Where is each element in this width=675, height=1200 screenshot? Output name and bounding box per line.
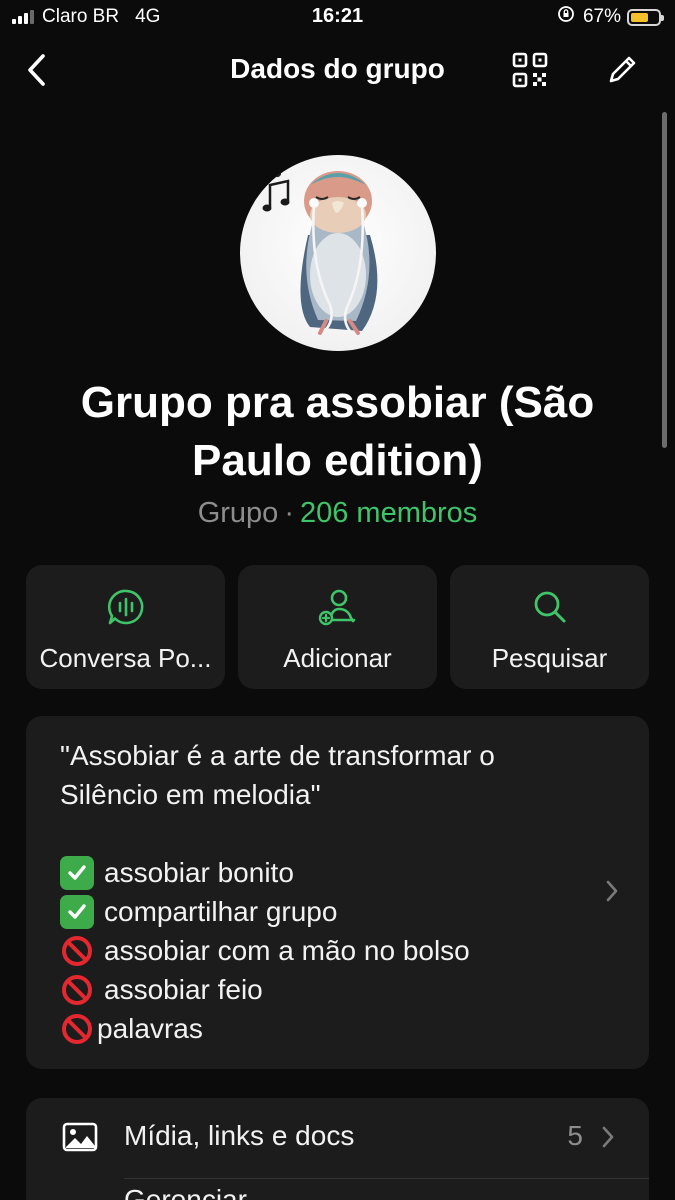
description-quote-line: "Assobiar é a arte de transformar o [60,740,495,771]
voice-chat-label: Conversa Po... [39,643,212,673]
scroll-indicator[interactable] [662,112,667,448]
group-description[interactable]: "Assobiar é a arte de transformar o Silê… [26,716,649,1069]
media-label: Mídia, links e docs [124,1120,355,1151]
media-count: 5 [567,1120,583,1151]
rule-item: assobiar feio [60,970,590,1009]
action-buttons: Conversa Po... Adicionar Pesquisar [26,565,649,689]
battery-percent: 67% [582,6,621,27]
rule-item: assobiar bonito [60,853,590,892]
prohibited-icon [60,973,94,1007]
prohibited-icon [60,1012,94,1046]
status-bar-right: 67% [557,5,664,29]
media-links-docs-row[interactable]: Mídia, links e docs 5 [26,1098,649,1178]
group-name: Grupo pra assobiar (São Paulo edition) [80,378,595,485]
battery-icon [627,8,664,26]
rule-text: assobiar bonito [104,857,294,888]
add-person-icon [318,589,355,626]
group-type: Grupo [197,497,279,529]
rule-item: assobiar com a mão no bolso [60,931,590,970]
divider [124,1178,649,1179]
check-mark-icon [60,894,94,929]
group-meta: Grupo · 206 membros [0,497,675,530]
bird-with-headphones-image [262,161,378,337]
search-icon [534,591,565,623]
search-button[interactable]: Pesquisar [450,565,649,689]
rotation-lock-icon [557,5,575,29]
description-text: "Assobiar é a arte de transformar o Silê… [60,736,590,1048]
chevron-right-icon [605,879,619,908]
add-member-label: Adicionar [283,643,392,673]
qr-code-icon [512,52,548,88]
rule-text: assobiar feio [104,974,263,1005]
group-avatar[interactable] [240,155,436,351]
status-bar: Claro BR 4G 16:21 67% [0,0,675,34]
manage-row-label[interactable]: Gerenciar [124,1184,247,1200]
rule-text: palavras [97,1013,203,1044]
rule-text: compartilhar grupo [104,896,338,927]
chevron-right-icon [601,1125,615,1154]
search-label: Pesquisar [491,643,608,673]
pencil-icon [609,56,636,83]
voice-chat-icon [107,589,143,625]
media-section: Mídia, links e docs 5 Gerenciar [26,1098,649,1200]
add-member-button[interactable]: Adicionar [238,565,437,689]
description-quote-line: Silêncio em melodia" [60,779,321,810]
rule-text: assobiar com a mão no bolso [104,935,470,966]
rule-item: compartilhar grupo [60,892,590,931]
nav-bar: Dados do grupo [0,40,675,100]
voice-chat-button[interactable]: Conversa Po... [26,565,225,689]
meta-separator: · [284,497,294,529]
page-title: Dados do grupo [230,53,445,84]
qr-code-button[interactable] [508,48,552,92]
members-count-link[interactable]: 206 membros [300,497,477,529]
check-mark-icon [60,855,94,890]
image-icon [62,1122,98,1157]
prohibited-icon [60,934,94,968]
edit-button[interactable] [600,48,644,92]
rule-item: palavras [60,1009,590,1048]
